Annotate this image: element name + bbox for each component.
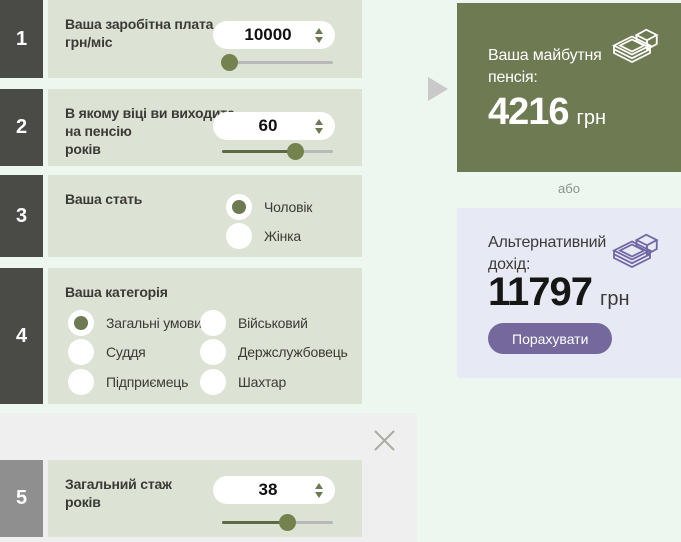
section-retirement-age: В якому віці ви виходите на пенсію років…: [48, 89, 362, 166]
arrow-right-icon: [428, 77, 448, 101]
money-stack-icon: [611, 25, 659, 63]
gender-option-female[interactable]: Жінка: [226, 223, 301, 249]
pension-value-row: 4216 грн: [488, 91, 606, 134]
radio-miner-label: Шахтар: [238, 374, 286, 390]
calculate-button[interactable]: Порахувати: [488, 323, 612, 354]
salary-label-line1: Ваша заробітна плата: [65, 15, 213, 33]
slider-fill: [222, 150, 295, 153]
category-option-miner[interactable]: Шахтар: [200, 369, 286, 395]
age-label: В якому віці ви виходите на пенсію років: [65, 104, 235, 159]
slider-track[interactable]: [222, 61, 333, 64]
step-number-4: 4: [0, 268, 43, 404]
gender-option-male[interactable]: Чоловік: [226, 194, 312, 220]
pension-result-card: Ваша майбутня пенсія: 4216 грн: [457, 3, 681, 172]
slider-handle[interactable]: [287, 143, 304, 160]
step-number-label: 3: [16, 205, 27, 228]
radio-civil-servant[interactable]: [200, 339, 226, 365]
pension-title: Ваша майбутня пенсія:: [488, 45, 602, 88]
step-number-label: 4: [16, 325, 27, 348]
section-gender: Ваша стать Чоловік Жінка: [48, 175, 362, 257]
radio-general[interactable]: [68, 310, 94, 336]
experience-slider[interactable]: [222, 514, 333, 531]
step-number-2: 2: [0, 89, 43, 166]
radio-military-label: Військовий: [238, 315, 308, 331]
alternative-title-line1: Альтернативний: [488, 232, 606, 254]
gender-title: Ваша стать: [65, 190, 142, 208]
spinner-down-icon[interactable]: [315, 492, 323, 498]
salary-spinner[interactable]: 10000: [213, 21, 335, 49]
step-number-label: 5: [16, 487, 27, 510]
pension-title-line1: Ваша майбутня: [488, 45, 602, 67]
age-slider[interactable]: [222, 143, 333, 160]
age-label-line3: років: [65, 140, 235, 158]
category-option-judge[interactable]: Суддя: [68, 339, 146, 365]
radio-entrepreneur-label: Підприємець: [106, 374, 188, 390]
or-separator: або: [457, 181, 681, 196]
step-number-label: 1: [16, 28, 27, 51]
spinner-down-icon[interactable]: [315, 128, 323, 134]
salary-slider[interactable]: [222, 54, 333, 71]
slider-handle[interactable]: [221, 54, 238, 71]
spinner-up-icon[interactable]: [315, 119, 323, 125]
radio-military[interactable]: [200, 310, 226, 336]
experience-spinner[interactable]: 38: [213, 476, 335, 504]
experience-label-line1: Загальний стаж: [65, 475, 172, 493]
category-title: Ваша категорія: [65, 283, 168, 301]
alternative-title: Альтернативний дохід:: [488, 232, 606, 275]
salary-label: Ваша заробітна плата грн/міс: [65, 15, 213, 51]
experience-label-line2: років: [65, 493, 172, 511]
radio-civil-servant-label: Держслужбовець: [238, 344, 348, 360]
category-option-entrepreneur[interactable]: Підприємець: [68, 369, 188, 395]
step-number-label: 2: [16, 116, 27, 139]
alternative-value-row: 11797 грн: [488, 270, 630, 315]
category-label: Ваша категорія: [65, 283, 168, 301]
gender-label: Ваша стать: [65, 190, 142, 208]
alternative-unit: грн: [600, 288, 629, 310]
age-spinner[interactable]: 60: [213, 112, 335, 140]
spinner-up-icon[interactable]: [315, 28, 323, 34]
category-option-general[interactable]: Загальні умови: [68, 310, 202, 336]
slider-handle[interactable]: [279, 514, 296, 531]
alternative-income-card: Альтернативний дохід: 11797 грн Порахуват…: [457, 208, 681, 378]
radio-female-label: Жінка: [264, 228, 301, 244]
spinner-up-icon[interactable]: [315, 483, 323, 489]
radio-male-label: Чоловік: [264, 199, 312, 215]
step-number-5: 5: [0, 460, 43, 537]
age-label-line2: на пенсію: [65, 122, 235, 140]
radio-male[interactable]: [226, 194, 252, 220]
section-category: Ваша категорія Загальні умови Військовий…: [48, 268, 362, 404]
pension-amount: 4216: [488, 91, 569, 133]
salary-spinner-arrows: [309, 28, 335, 43]
salary-value[interactable]: 10000: [213, 25, 309, 45]
category-option-military[interactable]: Військовий: [200, 310, 308, 336]
step-number-3: 3: [0, 175, 43, 257]
age-label-line1: В якому віці ви виходите: [65, 104, 235, 122]
radio-judge-label: Суддя: [106, 344, 146, 360]
radio-female[interactable]: [226, 223, 252, 249]
step-number-1: 1: [0, 0, 43, 78]
money-stack-icon: [611, 230, 659, 268]
slider-fill: [222, 521, 287, 524]
category-option-civil-servant[interactable]: Держслужбовець: [200, 339, 348, 365]
experience-label: Загальний стаж років: [65, 475, 172, 511]
radio-entrepreneur[interactable]: [68, 369, 94, 395]
radio-miner[interactable]: [200, 369, 226, 395]
pension-calculator: 1 Ваша заробітна плата грн/міс 10000 2 В…: [0, 0, 681, 542]
radio-general-label: Загальні умови: [106, 315, 202, 331]
experience-value[interactable]: 38: [213, 480, 309, 500]
age-value[interactable]: 60: [213, 116, 309, 136]
pension-title-line2: пенсія:: [488, 67, 602, 89]
spinner-down-icon[interactable]: [315, 37, 323, 43]
alternative-amount: 11797: [488, 270, 592, 314]
close-icon[interactable]: [371, 427, 398, 454]
experience-spinner-arrows: [309, 483, 335, 498]
section-experience: Загальний стаж років 38: [48, 460, 362, 537]
age-spinner-arrows: [309, 119, 335, 134]
section-salary: Ваша заробітна плата грн/міс 10000: [48, 0, 362, 78]
radio-judge[interactable]: [68, 339, 94, 365]
pension-unit: грн: [577, 107, 606, 129]
salary-label-line2: грн/міс: [65, 33, 213, 51]
